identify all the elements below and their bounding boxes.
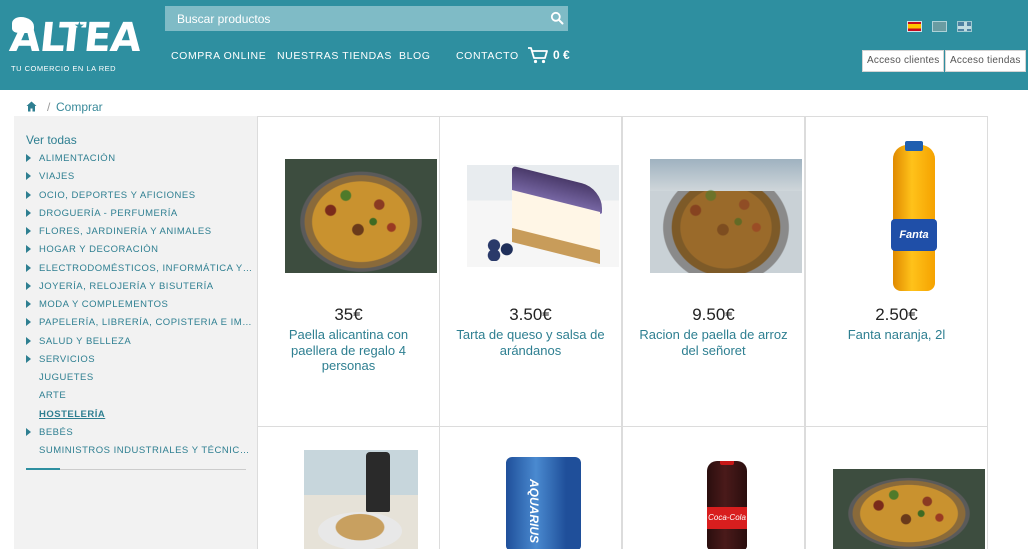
sidebar-category-label: ELECTRODOMÉSTICOS, INFORMÁTICA Y ELE...: [39, 262, 253, 274]
spanish-flag-icon[interactable]: [907, 21, 922, 32]
paella-image: [285, 159, 437, 273]
sidebar-category-label: FLORES, JARDINERÍA Y ANIMALES: [39, 226, 212, 237]
sidebar-category-item[interactable]: SERVICIOS: [25, 352, 253, 370]
caret-right-icon: [26, 227, 31, 235]
aquarius-label-text: AQUARIUS: [527, 479, 541, 544]
product-card[interactable]: 35€ Paella alicantina con paellera de re…: [257, 116, 440, 427]
product-card[interactable]: Coca-Cola: [622, 426, 805, 549]
altea-logo[interactable]: ALTEA ★ TU COMERCIO EN LA RED: [8, 14, 143, 74]
nav-nuestras-tiendas[interactable]: NUESTRAS TIENDAS: [277, 50, 392, 62]
sidebar-category-item[interactable]: BEBÉS: [25, 425, 253, 443]
sidebar-category-item[interactable]: PAPELERÍA, LIBRERÍA, COPISTERIA E IMPREN…: [25, 315, 253, 333]
product-grid: 35€ Paella alicantina con paellera de re…: [257, 116, 989, 549]
sidebar-category-label: OCIO, DEPORTES Y AFICIONES: [39, 189, 196, 201]
product-card[interactable]: [257, 426, 440, 549]
sidebar-category-item[interactable]: SALUD Y BELLEZA: [25, 334, 253, 352]
site-header: ALTEA ★ TU COMERCIO EN LA RED COMPRA ONL…: [0, 0, 1028, 90]
nav-blog[interactable]: BLOG: [399, 50, 431, 62]
logo-tagline: TU COMERCIO EN LA RED: [11, 64, 117, 73]
caret-right-icon: [26, 154, 31, 162]
product-card[interactable]: 3.50€ Tarta de queso y salsa de arándano…: [439, 116, 622, 427]
sidebar-category-label: VIAJES: [39, 171, 75, 183]
sidebar-category-item[interactable]: HOGAR Y DECORACIÓN: [25, 242, 253, 260]
sidebar-category-label: BEBÉS: [39, 426, 74, 438]
sidebar-category-item[interactable]: ALIMENTACIÓN: [25, 151, 253, 169]
sidebar-category-label: ALIMENTACIÓN: [39, 153, 116, 164]
search-input[interactable]: [165, 6, 545, 31]
caret-right-icon: [26, 263, 31, 272]
sidebar-category-label: ARTE: [39, 390, 67, 402]
breadcrumb-separator: /: [47, 100, 51, 114]
product-card[interactable]: 9.50€ Racion de paella de arroz del seño…: [622, 116, 805, 427]
paella-image: [833, 469, 985, 549]
sidebar-category-item[interactable]: HOSTELERÍA: [25, 407, 253, 425]
sidebar-category-item[interactable]: FLORES, JARDINERÍA Y ANIMALES: [25, 224, 253, 242]
ver-todas-link[interactable]: Ver todas: [26, 133, 77, 147]
product-name[interactable]: Fanta naranja, 2l: [820, 327, 973, 343]
product-card[interactable]: AQUARIUS: [439, 426, 622, 549]
product-card[interactable]: [805, 426, 988, 549]
breadcrumb-current[interactable]: Comprar: [56, 100, 103, 114]
nav-contacto[interactable]: CONTACTO: [456, 50, 519, 62]
fanta-bottle-image: Fanta: [841, 141, 987, 291]
sidebar-category-item[interactable]: JUGUETES: [25, 370, 253, 388]
sidebar-category-label: HOGAR Y DECORACIÓN: [39, 244, 159, 256]
sidebar-divider-accent: [26, 468, 60, 470]
product-price: 9.50€: [692, 305, 735, 324]
sidebar-category-label: PAPELERÍA, LIBRERÍA, COPISTERIA E IMPREN…: [39, 317, 253, 329]
category-sidebar: Ver todas ALIMENTACIÓN VIAJES OCIO, DEPORT…: [14, 116, 257, 549]
aquarius-can-image: AQUARIUS: [506, 457, 581, 549]
product-card[interactable]: Fanta 2.50€ Fanta naranja, 2l: [805, 116, 988, 427]
racion-paella-image: [650, 159, 802, 273]
valencian-flag-icon[interactable]: [932, 21, 947, 32]
star-logo-icon: ★: [74, 19, 85, 33]
product-name[interactable]: Paella alicantina con paellera de regalo…: [272, 327, 425, 374]
drinks-scene-image: [304, 450, 418, 549]
sidebar-category-item[interactable]: VIAJES: [25, 169, 253, 187]
caret-right-icon: [26, 172, 31, 181]
product-price: 3.50€: [509, 305, 552, 324]
product-price: 2.50€: [875, 305, 918, 324]
nav-compra-online[interactable]: COMPRA ONLINE: [171, 50, 266, 62]
caret-right-icon: [26, 354, 31, 363]
sidebar-category-item[interactable]: SUMINISTROS INDUSTRIALES Y TÉCNICOS: [25, 443, 253, 461]
caret-right-icon: [26, 336, 31, 345]
cheesecake-image: [467, 165, 619, 267]
cart-icon: [528, 47, 548, 64]
caret-right-icon: [26, 318, 31, 327]
caret-right-icon: [26, 190, 31, 199]
sidebar-category-item[interactable]: OCIO, DEPORTES Y AFICIONES: [25, 188, 253, 206]
coca-cola-label-text: Coca-Cola: [707, 507, 747, 529]
sidebar-category-item[interactable]: DROGUERÍA - PERFUMERÍA: [25, 206, 253, 224]
sidebar-category-item[interactable]: MODA Y COMPLEMENTOS: [25, 297, 253, 315]
acceso-clientes-button[interactable]: Acceso clientes: [862, 50, 945, 72]
caret-right-icon: [26, 281, 31, 290]
english-flag-icon[interactable]: [957, 21, 972, 32]
caret-right-icon: [26, 245, 31, 254]
product-name[interactable]: Tarta de queso y salsa de arándanos: [454, 327, 607, 358]
sidebar-category-label: JOYERÍA, RELOJERÍA Y BISUTERÍA: [39, 280, 214, 292]
home-icon[interactable]: [26, 101, 37, 112]
sidebar-category-label: SUMINISTROS INDUSTRIALES Y TÉCNICOS: [39, 445, 253, 456]
sidebar-category-label: JUGUETES: [39, 372, 94, 383]
search-bar: [165, 6, 568, 31]
sidebar-category-item[interactable]: JOYERÍA, RELOJERÍA Y BISUTERÍA: [25, 279, 253, 297]
coca-cola-bottle-image: Coca-Cola: [707, 461, 747, 549]
caret-right-icon: [26, 208, 31, 217]
caret-right-icon: [26, 300, 31, 308]
sidebar-category-item[interactable]: ARTE: [25, 388, 253, 406]
sidebar-category-label: MODA Y COMPLEMENTOS: [39, 299, 169, 310]
sidebar-category-label: HOSTELERÍA: [39, 408, 106, 420]
product-name[interactable]: Racion de paella de arroz del señoret: [637, 327, 790, 358]
product-price: 35€: [334, 305, 363, 324]
fanta-label-text: Fanta: [891, 219, 937, 251]
acceso-tiendas-button[interactable]: Acceso tiendas: [945, 50, 1026, 72]
sidebar-category-label: DROGUERÍA - PERFUMERÍA: [39, 207, 178, 219]
search-icon[interactable]: [550, 11, 564, 25]
sidebar-category-label: SERVICIOS: [39, 353, 96, 365]
caret-right-icon: [26, 427, 31, 436]
cart-total: 0 €: [553, 48, 570, 62]
sidebar-category-item[interactable]: ELECTRODOMÉSTICOS, INFORMÁTICA Y ELE...: [25, 261, 253, 279]
sidebar-category-label: SALUD Y BELLEZA: [39, 335, 132, 347]
